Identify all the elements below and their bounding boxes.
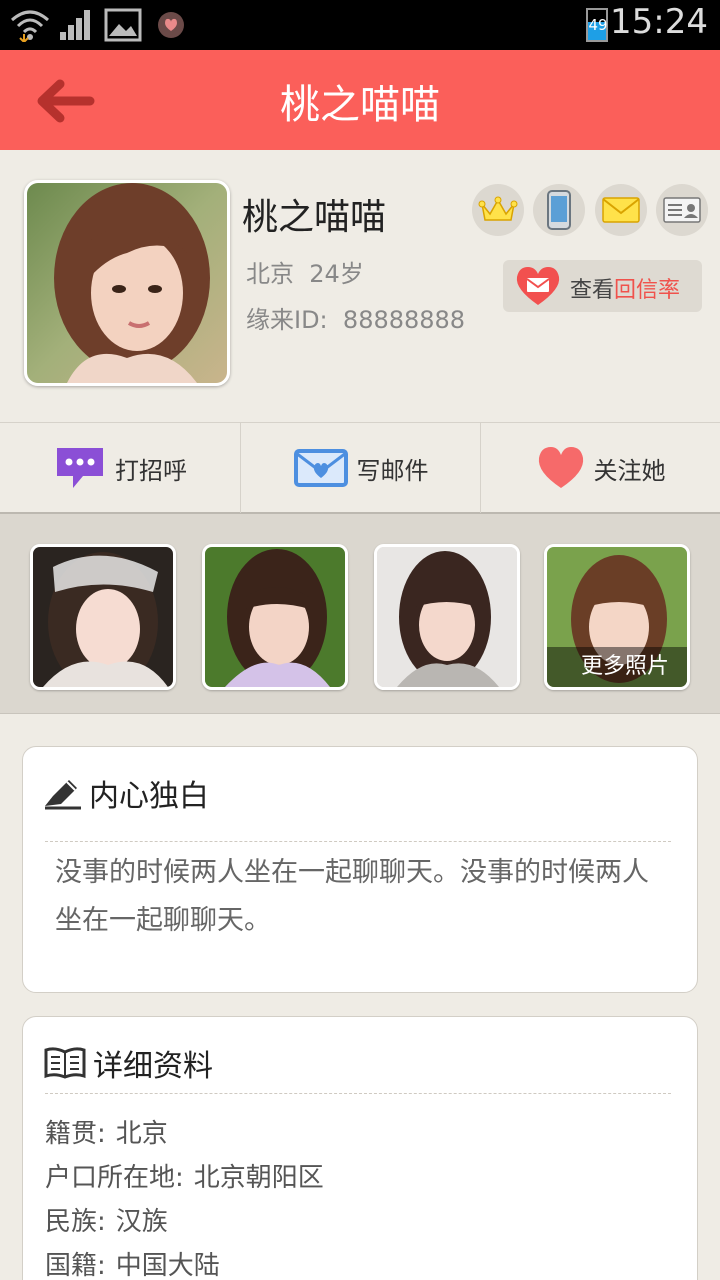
monologue-card: 内心独白 没事的时候两人坐在一起聊聊天。没事的时候两人坐在一起聊聊天。 — [22, 746, 698, 993]
greet-button[interactable]: 打招呼 — [0, 423, 240, 513]
pen-icon — [45, 780, 81, 810]
status-bar: 49 15:24 — [0, 0, 720, 50]
title-bar: 桃之喵喵 — [0, 50, 720, 150]
write-mail-label: 写邮件 — [356, 456, 429, 485]
greet-label: 打招呼 — [115, 456, 187, 485]
vip-crown-icon[interactable] — [472, 184, 524, 236]
book-icon — [44, 1047, 86, 1079]
details-card: 详细资料 籍贯: 北京 户口所在地: 北京朝阳区 民族: 汉族 国籍: 中国大陆 — [22, 1016, 698, 1280]
follow-button[interactable]: 关注她 — [480, 423, 720, 513]
photo-thumbnail[interactable] — [30, 544, 176, 690]
wifi-icon — [11, 10, 49, 42]
signal-icon — [60, 10, 90, 40]
more-photos-label[interactable]: 更多照片 — [547, 647, 687, 687]
details-title: 详细资料 — [43, 1041, 213, 1085]
phone-verified-icon[interactable] — [533, 184, 585, 236]
email-verified-icon[interactable] — [595, 184, 647, 236]
detail-row: 籍贯: 北京 — [45, 1119, 168, 1149]
user-id-value: 88888888 — [342, 306, 466, 334]
photo-thumbnail[interactable] — [374, 544, 520, 690]
photo-thumbnail[interactable]: 更多照片 — [544, 544, 690, 690]
detail-row: 国籍: 中国大陆 — [45, 1251, 220, 1280]
detail-row: 民族: 汉族 — [45, 1207, 168, 1237]
detail-row: 户口所在地: 北京朝阳区 — [45, 1163, 324, 1193]
clock: 15:24 — [610, 2, 708, 42]
user-id-label: 缘来ID: — [246, 306, 328, 334]
mail-heart-icon — [293, 449, 348, 487]
profile-header: 桃之喵喵 北京 24岁 缘来ID: 88888888 查看回信率 — [0, 150, 720, 422]
reply-rate-label: 查看回信率 — [570, 278, 681, 303]
user-city: 北京 — [246, 260, 294, 288]
monologue-text: 没事的时候两人坐在一起聊聊天。没事的时候两人坐在一起聊聊天。 — [55, 857, 649, 936]
gallery-icon — [104, 8, 142, 42]
photo-strip: 更多照片 — [0, 514, 720, 714]
photo-thumbnail[interactable] — [202, 544, 348, 690]
app-notification-icon — [158, 12, 184, 38]
reply-rate-button[interactable]: 查看回信率 — [503, 260, 702, 312]
id-card-verified-icon[interactable] — [656, 184, 708, 236]
user-name: 桃之喵喵 — [242, 197, 387, 238]
monologue-title: 内心独白 — [43, 771, 209, 815]
follow-label: 关注她 — [593, 456, 666, 485]
battery-level: 49 — [588, 16, 608, 34]
battery-icon: 49 — [586, 8, 608, 42]
write-mail-button[interactable]: 写邮件 — [240, 423, 480, 513]
location-age: 北京 24岁 — [246, 254, 364, 289]
user-id: 缘来ID: 88888888 — [246, 300, 465, 335]
page-title: 桃之喵喵 — [280, 82, 440, 128]
heart-mail-icon — [516, 267, 560, 305]
user-age: 24岁 — [309, 260, 364, 288]
heart-icon — [538, 447, 583, 488]
chat-bubble-icon — [57, 448, 103, 488]
avatar[interactable] — [24, 180, 230, 386]
action-bar: 打招呼 写邮件 关注她 — [0, 422, 720, 514]
